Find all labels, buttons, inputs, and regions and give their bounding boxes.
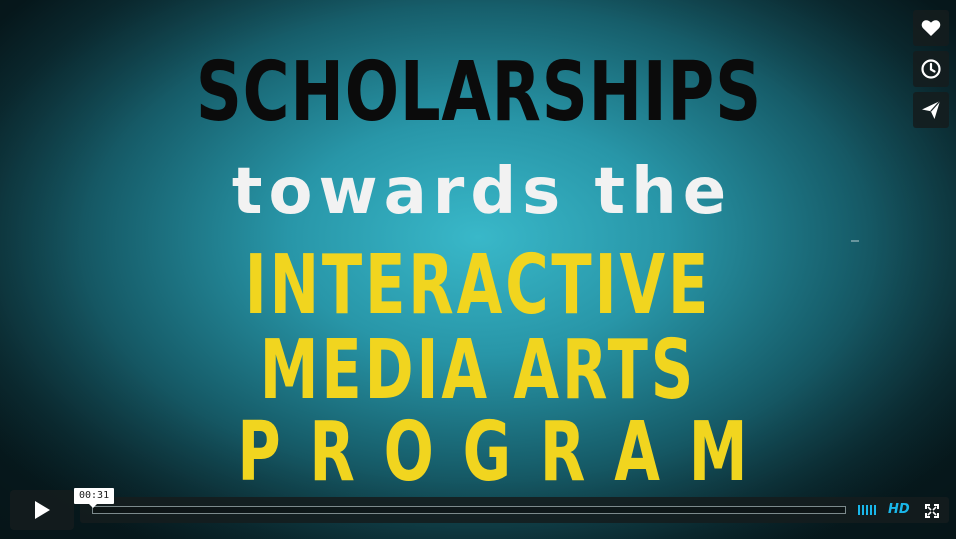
volume-bar: [866, 505, 868, 515]
fullscreen-button[interactable]: [925, 503, 939, 522]
video-title-interactive: INTERACTIVE: [244, 238, 712, 333]
play-icon: [35, 501, 50, 519]
like-button[interactable]: [913, 10, 949, 46]
player-controls: HD 00:31: [10, 488, 950, 530]
video-title-media-arts: MEDIA ARTS: [259, 323, 697, 418]
volume-bar: [862, 505, 864, 515]
volume-control[interactable]: [858, 505, 876, 515]
paper-plane-icon: [922, 100, 941, 119]
fullscreen-icon: [925, 504, 939, 518]
watch-later-button[interactable]: [913, 51, 949, 87]
play-button[interactable]: [10, 490, 74, 530]
video-title-program: PROGRAM: [237, 405, 777, 500]
volume-bar: [870, 505, 872, 515]
timecode-tooltip: 00:31: [74, 488, 115, 508]
progress-bar[interactable]: [92, 506, 846, 514]
hd-toggle[interactable]: HD: [888, 502, 910, 518]
side-action-buttons: [913, 10, 949, 128]
control-bar: HD: [80, 497, 949, 523]
video-title-scholarships: SCHOLARSHIPS: [195, 45, 762, 140]
volume-bar: [874, 505, 876, 515]
video-title-towards-the: towards the: [231, 155, 733, 229]
heart-icon: [921, 20, 941, 36]
video-player[interactable]: SCHOLARSHIPS towards the INTERACTIVE MED…: [0, 0, 956, 539]
share-button[interactable]: [913, 92, 949, 128]
video-artifact-mark: [851, 240, 859, 242]
clock-icon: [921, 59, 941, 79]
volume-bar: [858, 505, 860, 515]
